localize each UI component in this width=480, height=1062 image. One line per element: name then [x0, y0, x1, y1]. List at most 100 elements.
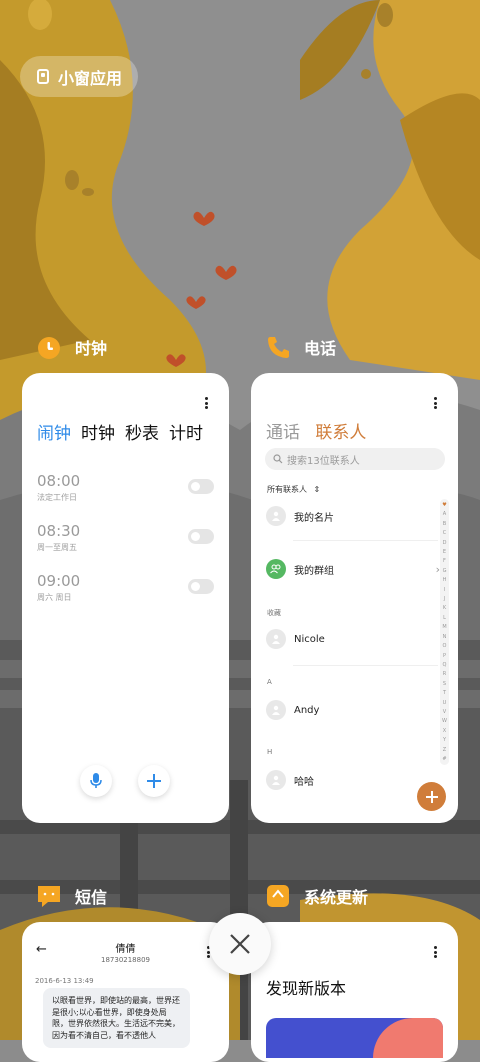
index-letter[interactable]: B	[440, 521, 449, 527]
tab-clock[interactable]: 时钟	[81, 419, 115, 444]
index-letter[interactable]: W	[440, 718, 449, 724]
phone-app-card[interactable]: 通话 联系人 搜索13位联系人 所有联系人 ⇕ 我的名片 我的群组 › 收藏 N…	[251, 373, 458, 823]
alarm-time: 08:30	[37, 522, 81, 540]
my-card-row[interactable]: 我的名片	[266, 506, 334, 526]
index-letter[interactable]: H	[440, 577, 449, 583]
sort-toggle-icon: ⇕	[313, 485, 321, 494]
search-placeholder: 搜索13位联系人	[287, 455, 360, 467]
clock-app-card[interactable]: 闹钟 时钟 秒表 计时 08:00 法定工作日 08:30 周一至周五 09:0…	[22, 373, 229, 823]
index-letter[interactable]: C	[440, 530, 449, 536]
sms-app-card[interactable]: ← 倩倩 18730218809 2016-6-13 13:49 以眼看世界，即…	[22, 922, 229, 1062]
index-letter[interactable]: F	[440, 558, 449, 564]
clear-all-button[interactable]	[209, 913, 271, 975]
avatar	[266, 506, 286, 526]
index-letter[interactable]: #	[440, 756, 449, 762]
contact-search-input[interactable]: 搜索13位联系人	[265, 448, 445, 470]
index-letter[interactable]: O	[440, 643, 449, 649]
index-letter[interactable]: N	[440, 634, 449, 640]
alarm-repeat: 法定工作日	[37, 493, 77, 502]
alarm-item[interactable]: 08:30 周一至周五	[37, 522, 80, 553]
update-banner-graphic	[266, 1018, 443, 1058]
alarm-item[interactable]: 08:00 法定工作日	[37, 472, 80, 503]
mini-window-label: 小窗应用	[58, 68, 123, 88]
microphone-icon	[90, 773, 102, 788]
my-groups-row[interactable]: 我的群组 ›	[266, 559, 440, 579]
index-letter[interactable]: Z	[440, 747, 449, 753]
alarm-repeat: 周一至周五	[37, 543, 77, 552]
message-app-icon	[38, 886, 60, 907]
more-options-icon[interactable]	[434, 397, 438, 409]
contact-name: Nicole	[294, 633, 325, 645]
message-timestamp: 2016-6-13 13:49	[35, 977, 94, 985]
index-letter[interactable]: K	[440, 605, 449, 611]
index-letter[interactable]: S	[440, 681, 449, 687]
alphabet-index-bar[interactable]: ♥ A B C D E F G H I J K L M N O P Q R S …	[440, 499, 449, 765]
mini-window-icon	[37, 69, 49, 84]
index-letter[interactable]: Y	[440, 737, 449, 743]
person-icon	[272, 705, 280, 715]
message-bubble[interactable]: 以眼看世界，即使站的最高，世界还是很小;以心看世界，即使身处局限，世界依然很大。…	[43, 988, 190, 1048]
more-options-icon[interactable]	[205, 397, 209, 409]
close-icon	[230, 934, 250, 954]
index-letter[interactable]: L	[440, 615, 449, 621]
index-letter[interactable]: U	[440, 700, 449, 706]
contact-row[interactable]: Nicole	[266, 629, 325, 649]
contact-row[interactable]: Andy	[266, 700, 319, 720]
index-letter[interactable]: D	[440, 540, 449, 546]
plus-icon	[147, 774, 161, 788]
index-letter[interactable]: M	[440, 624, 449, 630]
contact-filter-dropdown[interactable]: 所有联系人 ⇕	[267, 484, 320, 495]
contact-row[interactable]: 哈哈	[266, 770, 314, 790]
search-icon	[273, 454, 283, 464]
sms-contact-name: 倩倩	[115, 944, 136, 955]
person-icon	[272, 775, 280, 785]
group-icon	[270, 564, 281, 574]
tab-calls[interactable]: 通话	[266, 423, 300, 443]
avatar	[266, 700, 286, 720]
tab-stopwatch[interactable]: 秒表	[125, 419, 159, 444]
index-letter[interactable]: P	[440, 653, 449, 659]
person-icon	[272, 511, 280, 521]
app-label-sms: 短信	[36, 883, 107, 909]
favorites-header: 收藏	[267, 609, 281, 617]
mini-window-button[interactable]: 小窗应用	[20, 56, 138, 97]
app-label-update: 系统更新	[265, 883, 368, 909]
contact-name: 我的名片	[294, 512, 334, 524]
add-alarm-button[interactable]	[138, 765, 170, 797]
alarm-toggle[interactable]	[188, 529, 214, 544]
index-letter[interactable]: E	[440, 549, 449, 555]
phone-tabs: 通话 联系人	[266, 418, 376, 443]
index-letter[interactable]: R	[440, 671, 449, 677]
plus-icon	[425, 790, 438, 803]
group-avatar	[266, 559, 286, 579]
index-letter[interactable]: Q	[440, 662, 449, 668]
update-app-name: 系统更新	[304, 888, 369, 907]
alarm-item[interactable]: 09:00 周六 周日	[37, 572, 80, 603]
alarm-toggle[interactable]	[188, 579, 214, 594]
alarm-repeat: 周六 周日	[37, 593, 72, 602]
index-letter[interactable]: J	[440, 596, 449, 602]
more-options-icon[interactable]	[434, 946, 438, 958]
contact-name: 我的群组	[294, 565, 334, 577]
sms-conversation-header: 倩倩 18730218809	[22, 940, 229, 964]
system-update-app-icon	[267, 885, 289, 907]
index-letter[interactable]: G	[440, 568, 449, 574]
tab-alarm[interactable]: 闹钟	[37, 419, 71, 444]
index-letter[interactable]: X	[440, 728, 449, 734]
app-label-clock: 时钟	[36, 334, 107, 360]
clock-app-name: 时钟	[75, 339, 108, 358]
index-letter[interactable]: V	[440, 709, 449, 715]
tab-contacts[interactable]: 联系人	[315, 423, 366, 443]
index-letter[interactable]: T	[440, 690, 449, 696]
section-header-a: A	[267, 678, 272, 686]
add-contact-button[interactable]	[417, 782, 446, 811]
phone-app-icon	[268, 337, 289, 358]
system-update-card[interactable]: 发现新版本	[251, 922, 458, 1062]
index-letter[interactable]: I	[440, 587, 449, 593]
voice-alarm-button[interactable]	[80, 765, 112, 797]
index-letter[interactable]: A	[440, 511, 449, 517]
tab-timer[interactable]: 计时	[169, 419, 203, 444]
alarm-toggle[interactable]	[188, 479, 214, 494]
alarm-time: 09:00	[37, 572, 81, 590]
index-letter[interactable]: ♥	[440, 502, 449, 508]
